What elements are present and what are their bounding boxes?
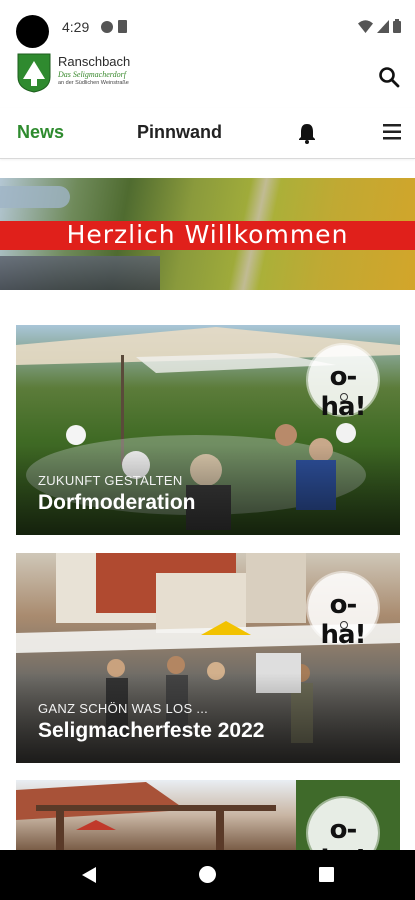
menu-icon[interactable] xyxy=(383,124,401,140)
card-title: Seligmacherfeste 2022 xyxy=(38,719,265,742)
welcome-banner[interactable]: Herzlich Willkommen xyxy=(0,178,415,290)
back-icon[interactable] xyxy=(80,866,98,884)
status-right-icons xyxy=(358,19,401,33)
badge-dot-icon xyxy=(340,621,348,629)
main-nav: News Pinnwand xyxy=(0,108,415,159)
card-shade xyxy=(16,445,400,535)
badge-text: o-ha! xyxy=(320,590,367,650)
banner-text: Herzlich Willkommen xyxy=(66,220,349,249)
nav-pinnwand-tab[interactable]: Pinnwand xyxy=(137,122,222,143)
brand-subline: an der Südlichen Weinstraße xyxy=(58,80,129,86)
card-kicker: GANZ SCHÖN WAS LOS ... xyxy=(38,701,209,716)
wifi-icon xyxy=(358,19,373,33)
news-card[interactable]: o-ha! GANZ SCHÖN WAS LOS ... Seligmacher… xyxy=(16,553,400,763)
news-card[interactable]: o-ha! xyxy=(16,780,400,850)
recents-icon[interactable] xyxy=(319,867,334,882)
crest-logo[interactable] xyxy=(17,53,51,93)
oha-badge: o-ha! xyxy=(308,345,378,422)
signal-icon xyxy=(377,19,389,33)
card-kicker: ZUKUNFT GESTALTEN xyxy=(38,473,183,488)
nav-news-tab[interactable]: News xyxy=(17,122,64,143)
card-shade xyxy=(16,673,400,763)
app-header: Ranschbach Das Seligmacherdorf an der Sü… xyxy=(0,48,415,102)
battery-icon xyxy=(393,19,401,33)
bell-icon[interactable] xyxy=(297,122,317,144)
card-title: Dorfmoderation xyxy=(38,491,196,514)
camera-icon xyxy=(16,15,49,48)
status-time: 4:29 xyxy=(62,19,90,35)
banner-village-image xyxy=(0,256,160,290)
badge-dot-icon xyxy=(340,393,348,401)
oha-badge: o-ha! xyxy=(308,573,378,650)
badge-text: o-ha! xyxy=(321,815,367,850)
globe-icon xyxy=(101,21,113,33)
news-card[interactable]: o-ha! ZUKUNFT GESTALTEN Dorfmoderation xyxy=(16,325,400,535)
sim-icon xyxy=(118,20,127,33)
system-navigation-bar xyxy=(0,850,415,900)
status-bar: 4:29 xyxy=(0,0,415,48)
brand-name: Ranschbach xyxy=(58,54,131,69)
search-icon[interactable] xyxy=(377,65,401,89)
home-icon[interactable] xyxy=(199,866,216,883)
brand-tagline: Das Seligmacherdorf xyxy=(58,70,126,79)
badge-text: o-ha! xyxy=(320,362,367,422)
banner-river-image xyxy=(0,186,70,208)
